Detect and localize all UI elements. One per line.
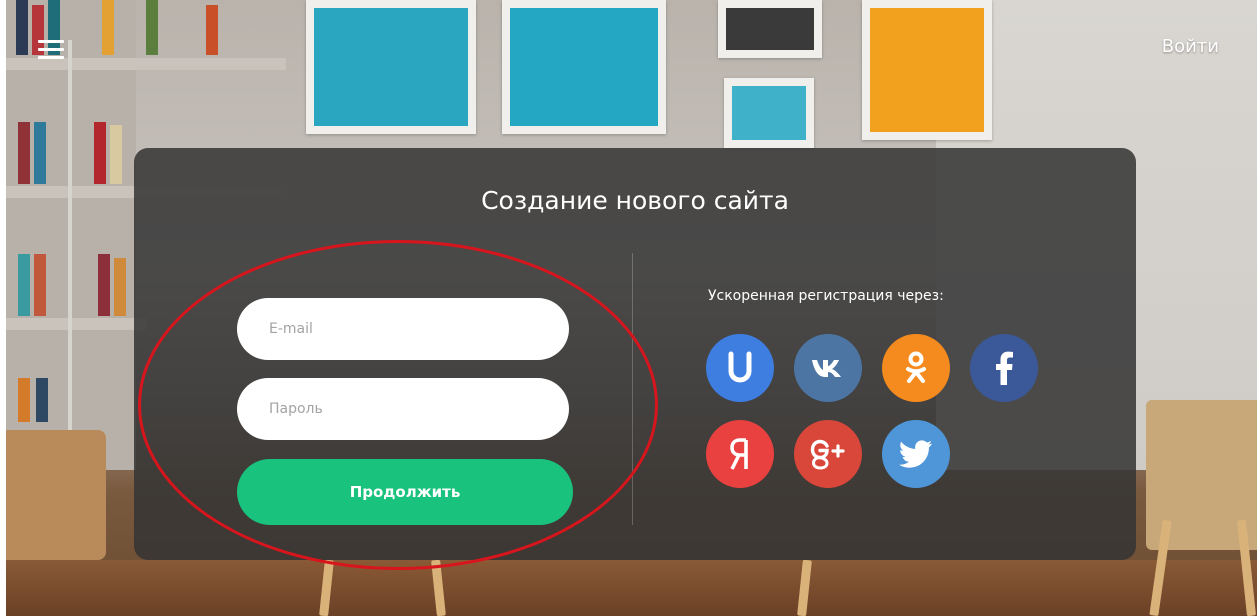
facebook-button[interactable]	[970, 334, 1038, 402]
continue-button[interactable]: Продолжить	[237, 459, 573, 525]
facebook-icon	[996, 351, 1013, 385]
create-site-dialog: Создание нового сайта Продолжить Ускорен…	[134, 148, 1136, 560]
dialog-title: Создание нового сайта	[481, 186, 789, 215]
google-plus-icon	[810, 439, 845, 470]
twitter-icon	[899, 440, 932, 468]
google-plus-button[interactable]	[794, 420, 862, 488]
page: Войти Создание нового сайта Продолжить У…	[0, 0, 1257, 616]
vk-icon	[812, 360, 841, 377]
password-input[interactable]	[237, 378, 569, 440]
odnoklassniki-icon	[906, 351, 926, 383]
yandex-icon	[730, 438, 748, 470]
ucoz-icon	[728, 351, 752, 383]
vk-button[interactable]	[794, 334, 862, 402]
column-divider	[632, 253, 633, 525]
odnoklassniki-button[interactable]	[882, 334, 950, 402]
twitter-button[interactable]	[882, 420, 950, 488]
yandex-button[interactable]	[706, 420, 774, 488]
email-input[interactable]	[237, 298, 569, 360]
login-link[interactable]: Войти	[1162, 36, 1219, 57]
social-signup-label: Ускоренная регистрация через:	[708, 288, 944, 304]
ucoz-button[interactable]	[706, 334, 774, 402]
hamburger-menu-icon[interactable]	[38, 40, 64, 60]
